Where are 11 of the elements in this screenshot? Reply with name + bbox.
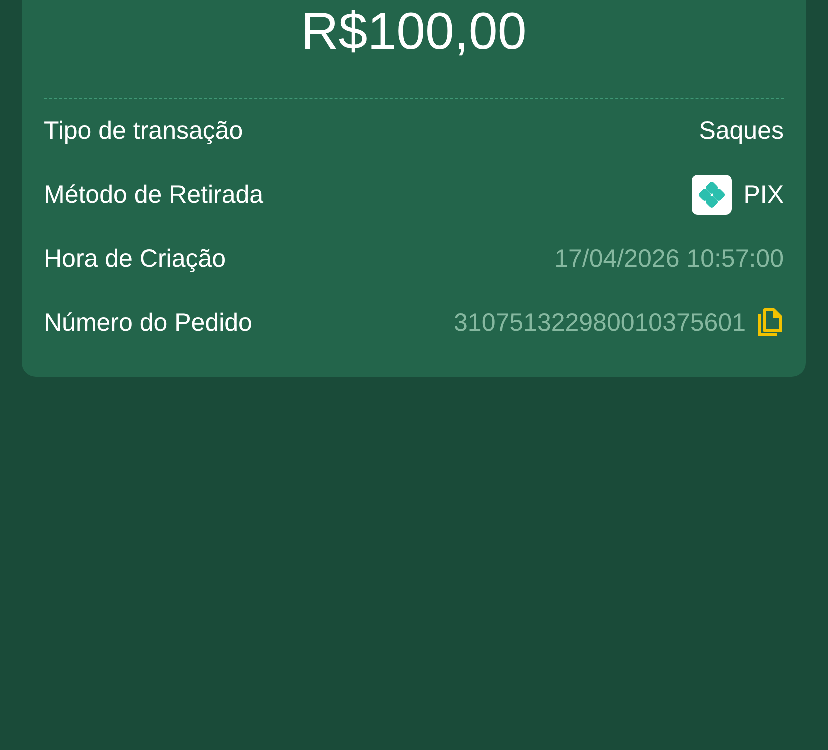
pix-logo-icon bbox=[692, 175, 732, 215]
row-label: Hora de Criação bbox=[44, 244, 226, 274]
row-value: 17/04/2026 10:57:00 bbox=[554, 244, 784, 274]
row-label: Método de Retirada bbox=[44, 180, 264, 210]
row-label: Número do Pedido bbox=[44, 308, 252, 338]
row-value: Saques bbox=[699, 116, 784, 146]
amount: R$100,00 bbox=[300, 2, 528, 63]
row-label: Tipo de transação bbox=[44, 116, 244, 146]
copy-icon[interactable] bbox=[758, 308, 784, 338]
row-value: PIX bbox=[744, 180, 784, 210]
row-value: 310751322980010375601 bbox=[454, 308, 746, 338]
